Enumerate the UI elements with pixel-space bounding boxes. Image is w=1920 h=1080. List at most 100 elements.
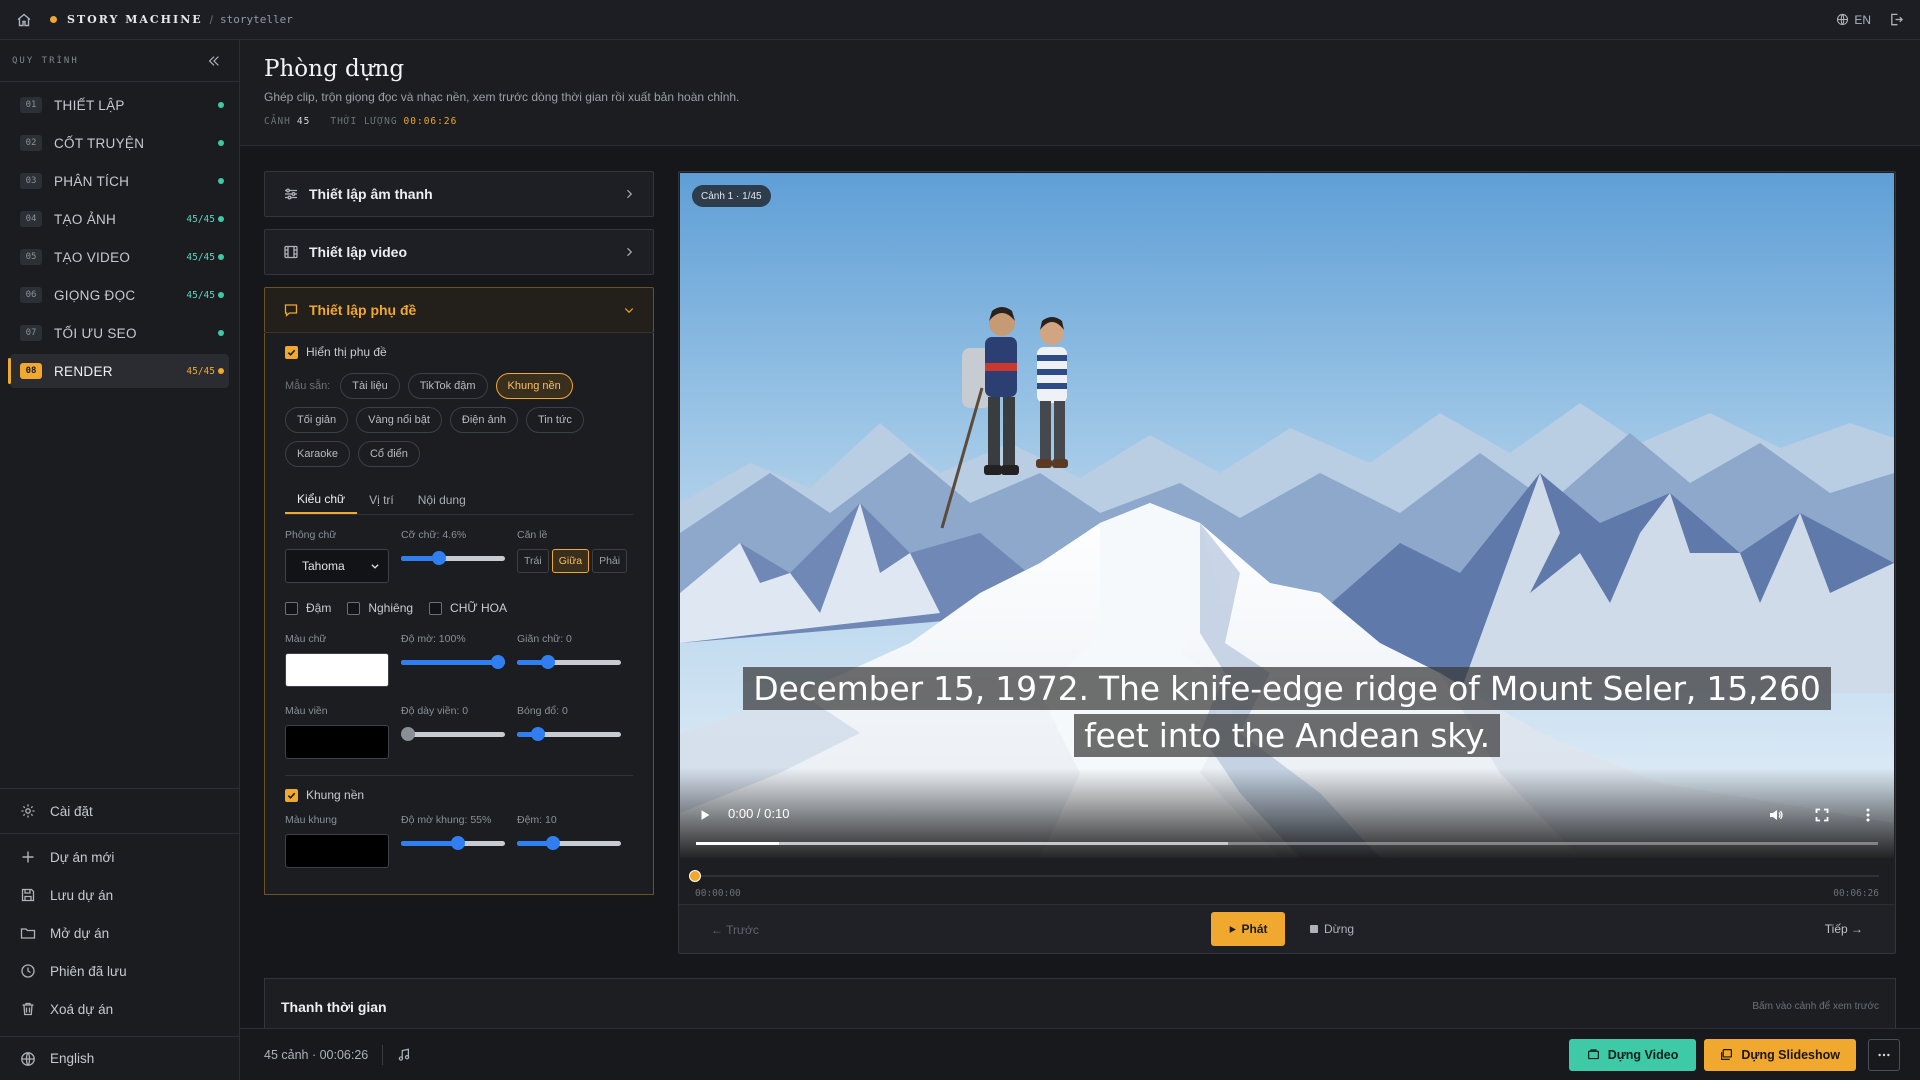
more-options-icon[interactable] [1860, 807, 1876, 823]
video-player[interactable]: Cảnh 1 · 1/45 December 15, 1972. The kni… [680, 173, 1894, 858]
next-button[interactable]: Tiếp → [1825, 922, 1863, 936]
step-setup[interactable]: 01 THIẾT LẬP [10, 88, 229, 122]
sliders-icon [285, 188, 297, 200]
show-subtitles-checkbox[interactable]: Hiển thị phụ đề [285, 345, 633, 359]
more-actions-button[interactable] [1868, 1038, 1900, 1071]
status-dot [218, 216, 224, 222]
padding-slider[interactable] [517, 834, 621, 852]
checkbox[interactable] [429, 601, 443, 615]
box-color-swatch[interactable] [285, 834, 389, 868]
checkbox-checked[interactable] [285, 345, 298, 359]
preset-documentary[interactable]: Tài liệu [340, 373, 400, 399]
build-video-button[interactable]: Dựng Video [1568, 1038, 1697, 1071]
italic-label: Nghiêng [368, 601, 414, 615]
video-progress [696, 842, 779, 845]
tab-content[interactable]: Nội dung [406, 485, 478, 514]
open-project-button[interactable]: Mở dự án [0, 914, 239, 952]
slider-handle[interactable] [432, 551, 447, 565]
subtitle-settings-accordion[interactable]: Thiết lập phụ đề [264, 287, 654, 333]
shadow-slider[interactable] [517, 725, 621, 743]
outline-color-swatch[interactable] [285, 725, 389, 759]
audio-settings-accordion[interactable]: Thiết lập âm thanh [264, 171, 654, 217]
step-story[interactable]: 02 CỐT TRUYỆN [10, 126, 229, 160]
presets-label: Mẫu sẵn: [285, 380, 331, 392]
save-project-button[interactable]: Lưu dự án [0, 876, 239, 914]
letter-spacing-slider[interactable] [517, 653, 621, 671]
scrubber-handle[interactable] [689, 870, 701, 882]
outline-width-slider[interactable] [401, 725, 505, 743]
tab-typography[interactable]: Kiểu chữ [285, 485, 358, 514]
step-number: 02 [20, 135, 42, 151]
preset-minimal[interactable]: Tối giản [285, 407, 349, 433]
video-settings-accordion[interactable]: Thiết lập video [264, 229, 654, 275]
preset-list: Mẫu sẵn: Tài liệu TikTok đậm Khung nền T… [285, 373, 633, 467]
font-size-slider[interactable] [401, 549, 505, 567]
preset-karaoke[interactable]: Karaoke [285, 441, 350, 467]
new-project-label: Dự án mới [50, 849, 115, 865]
volume-icon[interactable] [1768, 807, 1784, 823]
delete-project-button[interactable]: Xoá dự án [0, 990, 239, 1028]
play-icon[interactable] [698, 808, 712, 822]
settings-button[interactable]: Cài đặt [0, 788, 239, 834]
slider-handle[interactable] [491, 655, 505, 669]
preset-classic[interactable]: Cổ điển [357, 441, 420, 467]
step-label: RENDER [54, 363, 113, 379]
opacity-slider[interactable] [401, 653, 505, 671]
breadcrumb[interactable]: storyteller [220, 13, 293, 26]
scrub-end-time: 00:06:26 [1833, 888, 1879, 899]
previous-button[interactable]: ← Trước [711, 923, 759, 937]
music-icon[interactable] [397, 1048, 411, 1062]
stop-button[interactable]: Dừng [1310, 922, 1354, 936]
step-seo[interactable]: 07 TỐI ƯU SEO [10, 316, 229, 350]
video-progress-bar[interactable] [696, 842, 1878, 845]
checkbox[interactable] [285, 601, 298, 615]
fullscreen-icon[interactable] [1814, 807, 1830, 823]
bold-checkbox[interactable]: Đậm [285, 601, 331, 615]
slider-handle[interactable] [541, 655, 556, 669]
italic-checkbox[interactable]: Nghiêng [347, 601, 413, 615]
uppercase-checkbox[interactable]: CHỮ HOA [429, 601, 507, 615]
logout-icon[interactable] [1889, 12, 1904, 27]
alignment-label: Căn lề [517, 529, 548, 541]
step-video[interactable]: 05 TẠO VIDEO 45/45 [10, 240, 229, 274]
language-selector[interactable]: English [0, 1036, 239, 1080]
align-center-button[interactable]: Giữa [551, 549, 590, 573]
slider-handle[interactable] [530, 727, 545, 741]
checkbox[interactable] [347, 601, 361, 615]
text-color-swatch[interactable] [285, 653, 389, 687]
box-opacity-slider[interactable] [401, 834, 505, 852]
tab-position[interactable]: Vị trí [357, 485, 406, 514]
home-icon[interactable] [12, 8, 36, 32]
slider-handle[interactable] [546, 836, 561, 850]
font-select[interactable]: Tahoma [285, 549, 389, 583]
duration-value: 00:06:26 [403, 116, 458, 127]
outline-width-label: Độ dày viền: 0 [401, 705, 469, 717]
align-left-button[interactable]: Trái [517, 549, 549, 573]
status-dot [218, 178, 224, 184]
step-render[interactable]: 08 RENDER 45/45 [8, 354, 229, 388]
chevron-down-icon [624, 308, 634, 314]
preset-news[interactable]: Tin tức [525, 407, 584, 433]
preset-background-box[interactable]: Khung nền [495, 373, 573, 399]
preset-yellow-highlight[interactable]: Vàng nổi bật [356, 407, 442, 433]
preset-cinematic[interactable]: Điện ảnh [449, 407, 518, 433]
step-count: 45/45 [186, 213, 215, 225]
background-box-checkbox[interactable]: Khung nền [285, 788, 633, 802]
step-images[interactable]: 04 TẠO ẢNH 45/45 [10, 202, 229, 236]
timeline-scrubber[interactable] [689, 870, 1879, 882]
checkbox-checked[interactable] [285, 788, 298, 802]
slider-handle[interactable] [401, 727, 415, 741]
slider-handle[interactable] [451, 836, 466, 850]
play-button[interactable]: Phát [1211, 912, 1285, 946]
saved-sessions-button[interactable]: Phiên đã lưu [0, 952, 239, 990]
build-slideshow-button[interactable]: Dựng Slideshow [1704, 1038, 1856, 1071]
collapse-sidebar-icon[interactable] [207, 54, 221, 68]
step-count: 45/45 [186, 289, 215, 301]
preset-tiktok-bold[interactable]: TikTok đậm [407, 373, 488, 399]
align-right-button[interactable]: Phải [592, 549, 628, 573]
step-voice[interactable]: 06 GIỌNG ĐỌC 45/45 [10, 278, 229, 312]
new-project-button[interactable]: Dự án mới [0, 838, 239, 876]
text-color-label: Màu chữ [285, 633, 327, 645]
step-analysis[interactable]: 03 PHÂN TÍCH [10, 164, 229, 198]
language-switch[interactable]: EN [1836, 13, 1871, 27]
